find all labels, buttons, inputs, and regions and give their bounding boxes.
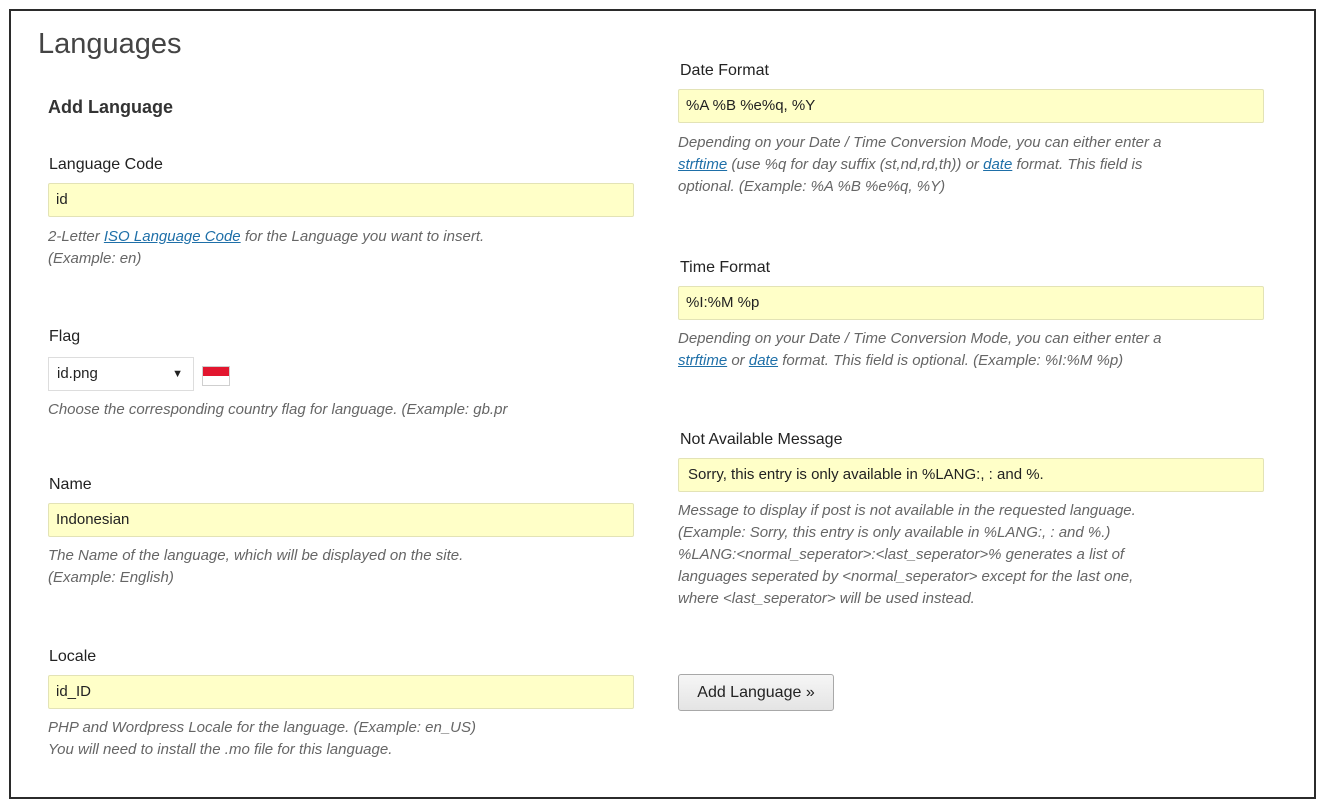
locale-help: PHP and Wordpress Locale for the languag… <box>48 719 477 758</box>
strftime-link[interactable]: strftime <box>678 352 727 369</box>
date-format-label: Date Format <box>680 62 769 79</box>
language-code-input[interactable]: id <box>48 183 634 217</box>
name-input[interactable]: Indonesian <box>48 503 634 537</box>
date-link[interactable]: date <box>749 352 778 369</box>
time-format-input[interactable]: %I:%M %p <box>678 286 1264 320</box>
page-title: Languages <box>38 28 182 60</box>
not-available-help: Message to display if post is not availa… <box>678 502 1136 607</box>
section-heading: Add Language <box>48 97 173 117</box>
locale-input[interactable]: id_ID <box>48 675 634 709</box>
flag-help: Choose the corresponding country flag fo… <box>48 401 508 418</box>
chevron-down-icon: ▼ <box>172 368 183 380</box>
language-code-help: 2-Letter ISO Language Code for the Langu… <box>48 228 485 267</box>
flag-select[interactable]: id.png ▼ <box>48 357 194 391</box>
language-code-label: Language Code <box>49 156 163 173</box>
name-label: Name <box>49 476 92 493</box>
name-help: The Name of the language, which will be … <box>48 547 464 586</box>
not-available-input[interactable]: Sorry, this entry is only available in %… <box>678 458 1264 492</box>
flag-label: Flag <box>49 328 81 345</box>
date-format-input[interactable]: %A %B %e%q, %Y <box>678 89 1264 123</box>
strftime-link[interactable]: strftime <box>678 156 727 173</box>
iso-language-code-link[interactable]: ISO Language Code <box>104 228 241 245</box>
not-available-label: Not Available Message <box>680 431 843 448</box>
date-link[interactable]: date <box>983 156 1012 173</box>
time-format-help: Depending on your Date / Time Conversion… <box>678 330 1162 369</box>
add-language-button[interactable]: Add Language » <box>678 674 834 711</box>
time-format-label: Time Format <box>680 259 771 276</box>
date-format-help: Depending on your Date / Time Conversion… <box>678 134 1162 195</box>
flag-preview-icon <box>202 366 230 386</box>
locale-label: Locale <box>49 648 97 665</box>
